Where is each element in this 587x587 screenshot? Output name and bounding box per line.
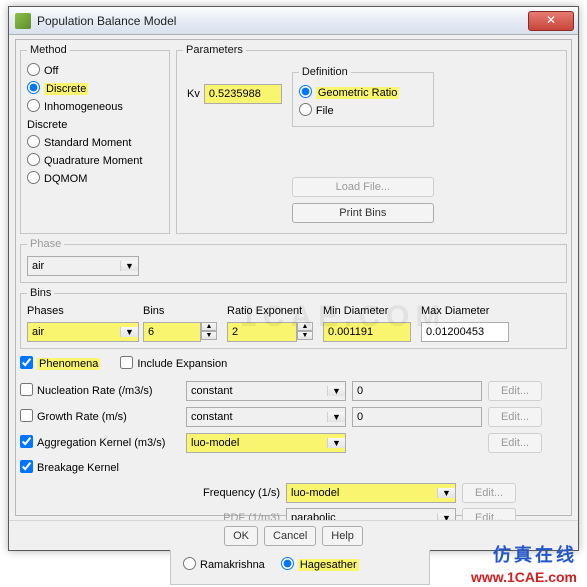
ratio-input[interactable] [227, 322, 297, 342]
maxdia-input[interactable] [421, 322, 509, 342]
load-file-button[interactable]: Load File... [292, 177, 434, 197]
growth-check[interactable]: Growth Rate (m/s) [20, 408, 180, 426]
help-button[interactable]: Help [322, 526, 363, 546]
app-icon [15, 13, 31, 29]
include-expansion-check[interactable]: Include Expansion [120, 355, 227, 373]
watermark-url: www.1CAE.com [471, 569, 577, 585]
definition-geo[interactable]: Geometric Ratio [299, 84, 427, 102]
aggregation-check[interactable]: Aggregation Kernel (m3/s) [20, 434, 180, 452]
ratio-spinner[interactable]: ▲▼ [297, 322, 313, 342]
bins-count-label: Bins [143, 305, 221, 317]
aggregation-edit: Edit... [488, 433, 542, 453]
bins-count-input[interactable] [143, 322, 201, 342]
growth-edit: Edit... [488, 407, 542, 427]
phenomena-check[interactable]: Phenomena [20, 355, 100, 373]
growth-value [352, 407, 482, 427]
method-std[interactable]: Standard Moment [27, 134, 163, 152]
method-legend: Method [27, 44, 70, 56]
nucleation-check[interactable]: Nucleation Rate (/m3/s) [20, 382, 180, 400]
parameters-legend: Parameters [183, 44, 246, 56]
method-discrete[interactable]: Discrete [27, 80, 163, 98]
kv-input[interactable] [204, 84, 282, 104]
ratio-label: Ratio Exponent [227, 305, 317, 317]
chevron-down-icon[interactable]: ▼ [120, 327, 138, 337]
parameters-group: Parameters Kv Definition Geometric Ratio… [176, 44, 567, 234]
formulation-rama[interactable]: Ramakrishna [183, 556, 265, 574]
mindia-label: Min Diameter [323, 305, 415, 317]
formulation-hages[interactable]: Hagesather [281, 556, 359, 574]
nucleation-combo: constant▼ [186, 381, 346, 401]
maxdia-label: Max Diameter [421, 305, 513, 317]
definition-file[interactable]: File [299, 102, 427, 120]
phase-combo: air▼ [27, 256, 139, 276]
nucleation-edit: Edit... [488, 381, 542, 401]
bins-spinner[interactable]: ▲▼ [201, 322, 217, 342]
bins-group: Bins Phases air▼ Bins ▲▼ Ratio Exponent … [20, 287, 567, 349]
phases-combo[interactable]: air▼ [27, 322, 139, 342]
frequency-edit: Edit... [462, 483, 516, 503]
print-bins-button[interactable]: Print Bins [292, 203, 434, 223]
growth-combo: constant▼ [186, 407, 346, 427]
method-quad[interactable]: Quadrature Moment [27, 152, 163, 170]
frequency-combo[interactable]: luo-model▼ [286, 483, 456, 503]
chevron-down-icon: ▼ [120, 261, 138, 271]
close-button[interactable]: ✕ [528, 11, 574, 31]
breakage-check[interactable]: Breakage Kernel [20, 459, 180, 477]
mindia-input[interactable] [323, 322, 411, 342]
window-title: Population Balance Model [37, 14, 528, 28]
frequency-label: Frequency (1/s) [170, 487, 280, 499]
definition-legend: Definition [299, 66, 351, 78]
nucleation-value [352, 381, 482, 401]
method-off[interactable]: Off [27, 62, 163, 80]
kv-label: Kv [187, 88, 200, 100]
method-group: Method Off Discrete Inhomogeneous Discre… [20, 44, 170, 234]
cancel-button[interactable]: Cancel [264, 526, 316, 546]
phase-legend: Phase [27, 238, 64, 250]
method-dqmom[interactable]: DQMOM [27, 170, 163, 188]
watermark-cn: 仿真在线 [493, 541, 577, 567]
ok-button[interactable]: OK [224, 526, 258, 546]
method-inhom[interactable]: Inhomogeneous Discrete [27, 98, 163, 134]
definition-group: Definition Geometric Ratio File [292, 66, 434, 127]
bins-legend: Bins [27, 287, 54, 299]
phases-label: Phases [27, 305, 137, 317]
phase-group: Phase air▼ [20, 238, 567, 283]
aggregation-combo[interactable]: luo-model▼ [186, 433, 346, 453]
